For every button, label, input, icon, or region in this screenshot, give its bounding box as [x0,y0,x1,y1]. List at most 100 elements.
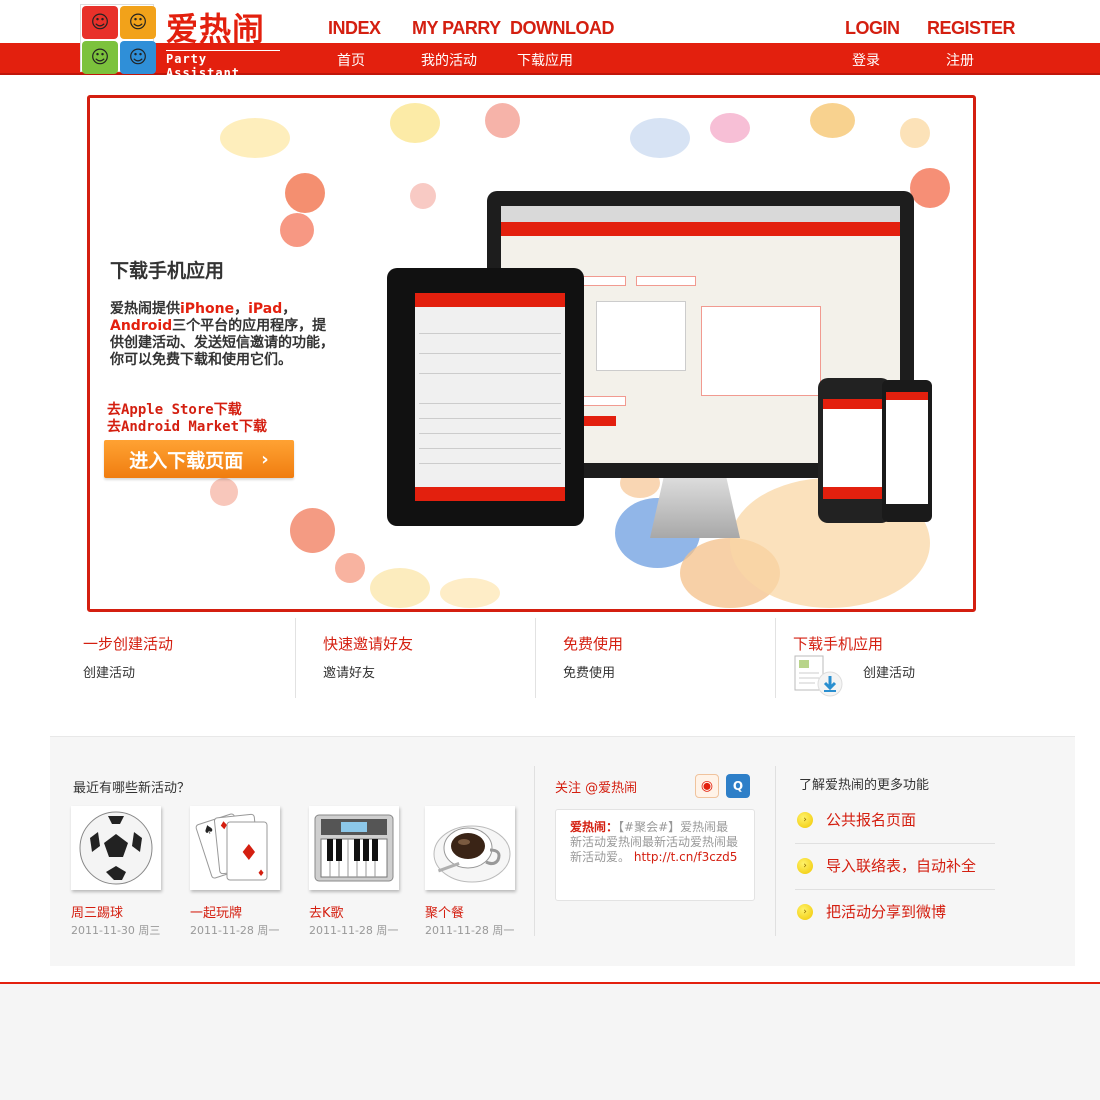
feature-subtitle: 创建活动 [863,666,916,681]
iphone-illustration [818,378,891,523]
form-field [636,276,696,286]
divider [795,843,995,844]
tweet-author[interactable]: 爱热闹： [570,820,618,834]
divider [419,418,561,419]
paint-splat [210,478,238,506]
calendar-widget [596,301,686,371]
divider [795,889,995,890]
divider [419,353,561,354]
more-feature-label: 导入联络表，自动补全 [826,857,977,875]
banner-title: 下载手机应用 [110,260,225,282]
browser-toolbar [501,206,900,222]
divider [775,766,776,936]
paint-splat [910,168,950,208]
chevron-right-icon: › [797,812,813,828]
app-tab-bar [415,487,565,501]
monitor-stand [650,478,740,538]
enter-download-label: 进入下载页面 [129,449,244,472]
desc-separator: ， [282,301,297,317]
feature-title: 一步创建活动 [83,635,174,653]
weibo-feed-box: 爱热闹：【#聚会#】爱热闹最新活动爱热闹最新活动爱热闹最新活动爱。 http:/… [555,809,755,901]
android-market-link[interactable]: 去Android Market下载 [107,416,267,436]
activity-date: 2011-11-30 周三 [71,924,161,937]
paint-splat [710,113,750,143]
keyboard-piano-icon [309,806,399,890]
divider [419,463,561,464]
follow-title: 关注 @爱热闹 [555,781,638,796]
paint-splat [630,118,690,158]
more-feature-public-signup[interactable]: › 公共报名页面 [795,800,995,846]
paint-splat [900,118,930,148]
more-features-title: 了解爱热闹的更多功能 [799,778,930,793]
app-nav-bar [501,222,900,236]
app-tab-bar [823,487,886,499]
nav-index-en[interactable]: INDEX [328,18,381,39]
activity-name: 去K歌 [309,906,344,921]
activity-name: 聚个餐 [425,906,465,921]
smiley-face-icon: ☺ [82,6,118,39]
feature-title: 下载手机应用 [793,635,884,653]
divider [419,403,561,404]
activity-name: 一起玩牌 [190,906,243,921]
activity-date: 2011-11-28 周一 [190,924,280,937]
nav-index-cn[interactable]: 首页 [337,50,365,70]
tablet-illustration [387,268,584,526]
smiley-face-icon: ☺ [120,6,156,39]
divider [419,448,561,449]
site-footer [0,982,1100,1100]
more-feature-share-weibo[interactable]: › 把活动分享到微博 [795,892,995,938]
coffee-cup-icon [425,806,515,890]
nav-login-cn[interactable]: 登录 [852,50,880,70]
nav-register-en[interactable]: REGISTER [927,18,1016,39]
paint-splat [410,183,436,209]
paint-splat [485,103,520,138]
desc-iphone: iPhone [180,301,235,317]
divider [419,433,561,434]
nav-my-party-en[interactable]: MY PARRY [412,18,501,39]
paint-splat [290,508,335,553]
app-nav-bar [415,293,565,307]
weibo-icon[interactable]: ◉ [695,774,719,798]
divider [775,618,776,698]
paint-splat [810,103,855,138]
chevron-right-icon: › [797,904,813,920]
paint-splat [335,553,365,583]
document-download-icon [793,654,843,697]
chevron-right-icon: › [261,448,269,470]
nav-download-cn[interactable]: 下载应用 [517,50,573,70]
app-nav-bar [823,399,886,409]
paint-splat [280,213,314,247]
brand-title: 爱热闹 [166,10,266,48]
divider [419,373,561,374]
app-nav-bar [886,392,928,400]
activity-card[interactable]: ♠ ♦ ♦ ♦ 一起玩牌 2011-11-28 周一 [190,806,282,938]
smiley-face-icon: ☺ [82,41,118,74]
banner-description: 爱热闹提供iPhone，iPad， Android三个平台的应用程序，提供创建活动… [110,301,335,369]
tweet-link[interactable]: http://t.cn/f3czd5 [634,850,738,864]
paint-splat [390,103,440,143]
paint-splat [285,173,325,213]
feature-title: 免费使用 [563,635,624,653]
activity-date: 2011-11-28 周一 [309,924,399,937]
desc-separator: ， [234,301,249,317]
more-feature-import-contacts[interactable]: › 导入联络表，自动补全 [795,846,995,892]
feature-title: 快速邀请好友 [323,635,414,653]
smiley-faces-logo-icon: ☺ ☺ ☺ ☺ [80,4,156,74]
playing-cards-icon: ♠ ♦ ♦ ♦ [190,806,280,890]
phone-screen [823,399,886,499]
activity-card[interactable]: 去K歌 2011-11-28 周一 [309,806,401,938]
enter-download-page-button[interactable]: 进入下载页面 › [104,440,294,478]
divider [535,618,536,698]
nav-register-cn[interactable]: 注册 [946,50,974,70]
paint-splat [370,568,430,608]
divider [295,618,296,698]
nav-login-en[interactable]: LOGIN [845,18,900,39]
tencent-weibo-icon[interactable]: Q [726,774,750,798]
soccer-ball-icon [71,806,161,890]
svg-text:♦: ♦ [239,841,259,866]
nav-my-party-cn[interactable]: 我的活动 [421,50,477,70]
activity-card[interactable]: 聚个餐 2011-11-28 周一 [425,806,517,938]
nav-download-en[interactable]: DOWNLOAD [510,18,614,39]
activity-card[interactable]: 周三踢球 2011-11-30 周三 [71,806,163,938]
site-logo[interactable]: ☺ ☺ ☺ ☺ 爱热闹 Party Assistant [80,4,280,80]
